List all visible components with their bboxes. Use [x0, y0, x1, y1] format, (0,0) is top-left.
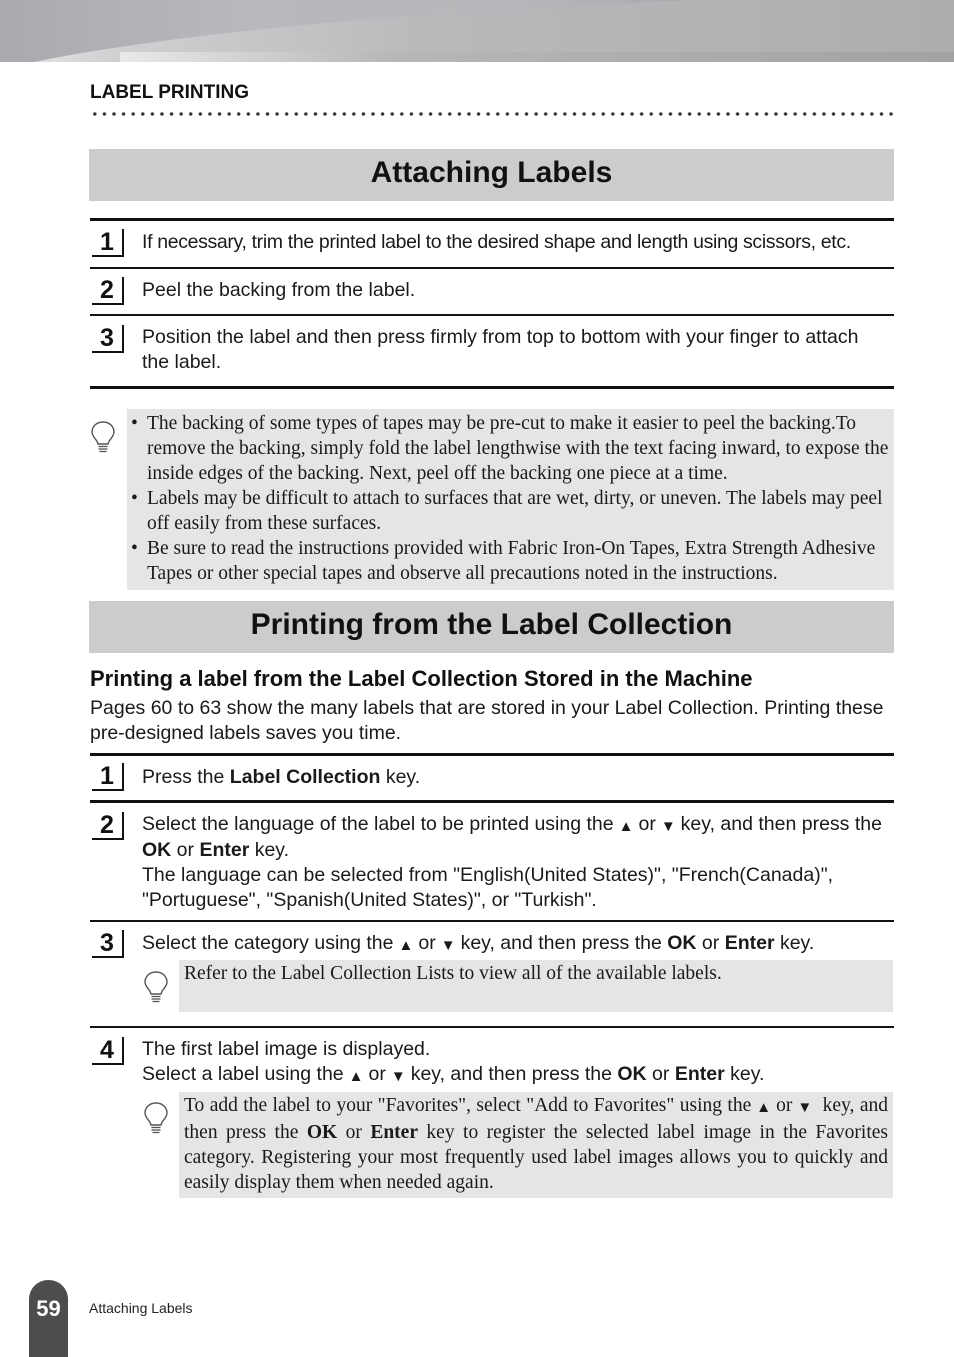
text-run: The language can be selected from "Engli… [142, 864, 834, 911]
note-box: Refer to the Label Collection Lists to v… [179, 960, 893, 1012]
text-run: key. [724, 1063, 765, 1085]
text-run: key. [249, 839, 290, 861]
step-divider [90, 800, 894, 803]
text-run: or [646, 1063, 675, 1085]
lightbulb-icon [144, 1102, 168, 1134]
section-label: LABEL PRINTING [90, 82, 250, 103]
text-run: key. [774, 932, 815, 954]
text-run: or [696, 932, 725, 954]
step-divider [90, 753, 894, 756]
up-arrow-icon: ▲ [618, 818, 634, 835]
step-text: Select the language of the label to be p… [142, 812, 894, 913]
subheading: Printing a label from the Label Collecti… [90, 666, 753, 691]
key-name: Label Collection [229, 766, 381, 788]
heading-label-collection: Printing from the Label Collection [89, 601, 894, 653]
step-text: Peel the backing from the label. [142, 279, 416, 301]
step-divider [90, 920, 894, 922]
step-text: Select the category using the ▲ or ▼ key, an… [142, 931, 894, 957]
step-number: 2 [92, 812, 124, 840]
key-name: Enter [724, 932, 775, 954]
down-arrow-icon: ▼ [660, 818, 676, 835]
text-run: or [368, 1063, 386, 1085]
key-name: Enter [199, 839, 250, 861]
intro-paragraph: Pages 60 to 63 show the many labels that… [90, 697, 884, 744]
text-run: key, and then press the [460, 932, 668, 954]
note-box: The backing of some types of tapes may b… [127, 409, 894, 590]
text-run: To add the label to your "Favorites", se… [184, 1095, 752, 1116]
key-name: OK [142, 839, 172, 861]
up-arrow-icon: ▲ [398, 937, 414, 954]
up-arrow-icon: ▲ [756, 1100, 772, 1116]
step-divider [90, 1026, 894, 1028]
step-text: If necessary, trim the printed label to … [142, 231, 851, 253]
step-number: 2 [92, 277, 124, 305]
step-number: 4 [92, 1037, 124, 1065]
header-banner [0, 0, 954, 62]
key-name: OK [617, 1063, 647, 1085]
text-run: Select the category using the [142, 932, 394, 954]
step-text: Position the label and then press firmly… [142, 326, 859, 373]
text-run: Select a label using the [142, 1063, 344, 1085]
text-run: Press the [142, 766, 230, 788]
step-divider [90, 267, 894, 269]
text-run: The first label image is displayed. [142, 1038, 431, 1060]
lightbulb-icon [144, 971, 168, 1003]
banner-swoosh-lower [120, 52, 954, 62]
step-divider [90, 314, 894, 316]
text-run: key, and then press the [410, 1063, 618, 1085]
footer-section-title: Attaching Labels [89, 1300, 193, 1316]
note-list: The backing of some types of tapes may b… [127, 411, 890, 586]
text-run: Select the language of the label to be p… [142, 813, 614, 835]
step-number: 1 [92, 229, 124, 257]
note-box: To add the label to your "Favorites", se… [179, 1092, 893, 1198]
step-divider [90, 386, 894, 389]
key-name: OK [667, 932, 697, 954]
text-run: or [638, 813, 656, 835]
step-number: 1 [92, 763, 124, 791]
text-run: key, and then press the [680, 813, 882, 835]
note-item: Labels may be difficult to attach to sur… [127, 486, 890, 536]
up-arrow-icon: ▲ [348, 1068, 364, 1085]
key-name: Enter [674, 1063, 725, 1085]
down-arrow-icon: ▼ [440, 937, 456, 954]
step-text: Press the Label Collection key. [142, 765, 894, 790]
down-arrow-icon: ▼ [797, 1100, 813, 1116]
text-run: key. [380, 766, 421, 788]
text-run: or [337, 1122, 371, 1143]
lightbulb-icon [91, 421, 115, 453]
dotted-divider [90, 111, 894, 117]
step-divider [90, 218, 894, 221]
down-arrow-icon: ▼ [390, 1068, 406, 1085]
key-name: OK [306, 1122, 338, 1143]
text-run: or [776, 1095, 793, 1116]
page-number: 59 [29, 1280, 68, 1357]
note-item: Be sure to read the instructions provide… [127, 536, 890, 586]
key-name: Enter [370, 1122, 418, 1143]
text-run: or [171, 839, 200, 861]
note-item: The backing of some types of tapes may b… [127, 411, 890, 486]
step-text: The first label image is displayed. Sele… [142, 1037, 894, 1088]
heading-attaching-labels: Attaching Labels [89, 149, 894, 201]
step-number: 3 [92, 325, 124, 353]
text-run: or [418, 932, 436, 954]
step-number: 3 [92, 930, 124, 958]
